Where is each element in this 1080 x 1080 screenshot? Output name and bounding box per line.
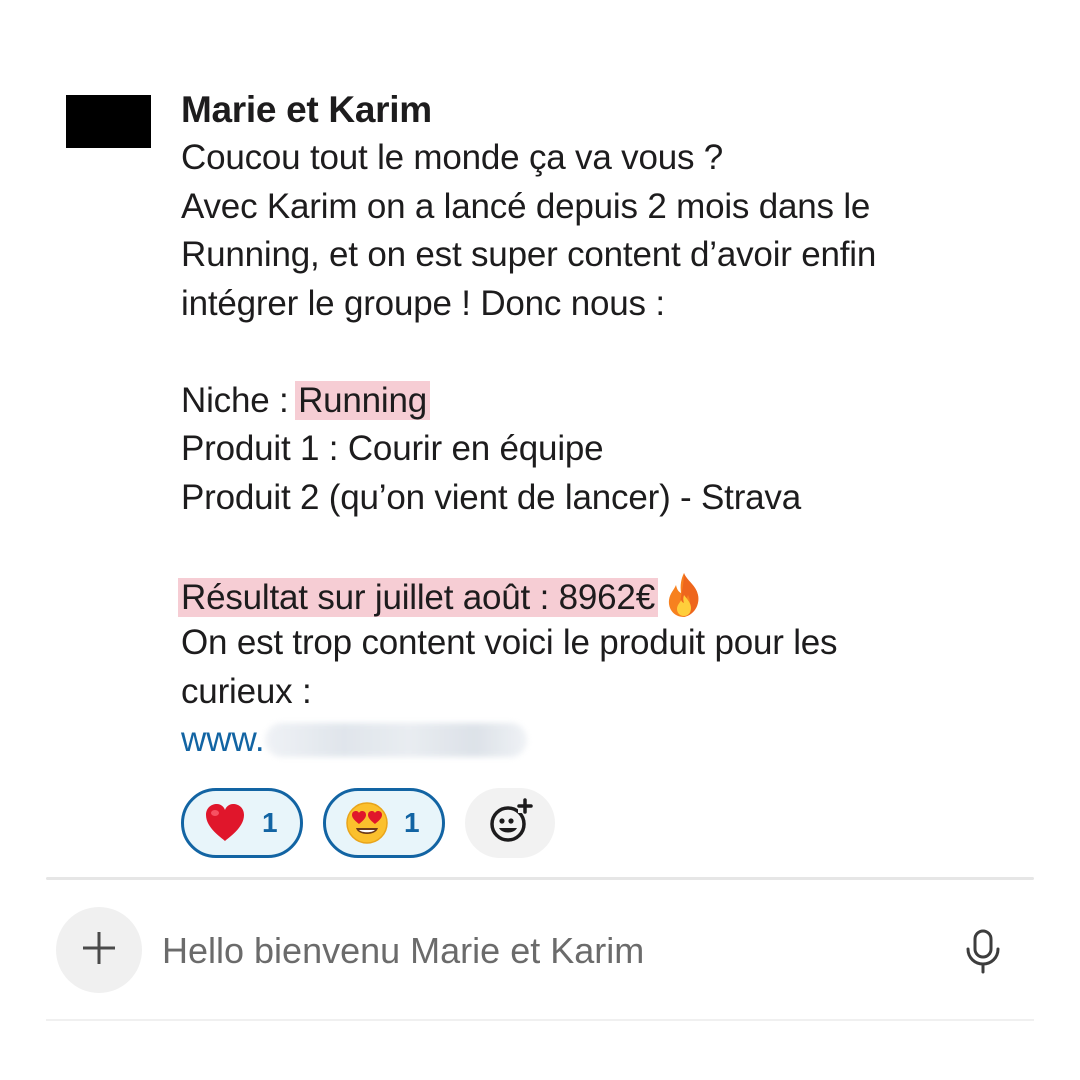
niche-label: Niche :: [181, 380, 299, 420]
sender-name[interactable]: Marie et Karim: [181, 86, 1051, 134]
result-line: Résultat sur juillet août : 8962€: [178, 571, 1051, 620]
microphone-icon: [962, 929, 1004, 978]
reactions-bar: 1 1: [181, 788, 555, 858]
product-link[interactable]: www.: [181, 716, 1051, 765]
microphone-button[interactable]: [962, 928, 1004, 974]
reaction-heart[interactable]: 1: [181, 788, 303, 858]
niche-value-highlight: Running: [295, 380, 431, 420]
red-heart-icon: [202, 800, 248, 846]
closing-line: On est trop content voici le produit pou…: [181, 623, 838, 662]
product-1-line: Produit 1 : Courir en équipe: [181, 429, 604, 468]
message-line: Coucou tout le monde ça va vous ?: [181, 138, 724, 177]
composer-divider: [46, 877, 1034, 880]
reaction-heart-eyes[interactable]: 1: [323, 788, 445, 858]
bottom-divider: [46, 1019, 1034, 1021]
heart-eyes-icon: [344, 800, 390, 846]
message-line: Running, et on est super content d’avoir…: [181, 235, 877, 274]
reaction-count: 1: [404, 807, 420, 838]
attach-button[interactable]: [56, 907, 142, 993]
add-emoji-icon: [486, 797, 534, 850]
message-line: intégrer le groupe ! Donc nous :: [181, 283, 665, 323]
link-prefix[interactable]: www.: [181, 720, 265, 759]
message-line: Avec Karim on a lancé depuis 2 mois dans…: [181, 186, 871, 226]
product-2-line: Produit 2 (qu’on vient de lancer) - Stra…: [181, 477, 801, 517]
niche-line: Niche : Running: [181, 377, 1051, 426]
message-screen: Marie et Karim Coucou tout le monde ça v…: [0, 0, 1080, 1080]
closing-line: curieux :: [181, 671, 312, 711]
message-input[interactable]: [162, 924, 922, 978]
add-reaction-button[interactable]: [465, 788, 555, 858]
message: Marie et Karim Coucou tout le monde ça v…: [178, 86, 1051, 765]
result-highlight: Résultat sur juillet août : 8962€: [178, 577, 658, 617]
reaction-count: 1: [262, 807, 278, 838]
fire-emoji-icon: [662, 571, 706, 619]
blurred-url: [264, 723, 527, 757]
plus-icon: [79, 928, 119, 973]
avatar[interactable]: [66, 95, 151, 148]
